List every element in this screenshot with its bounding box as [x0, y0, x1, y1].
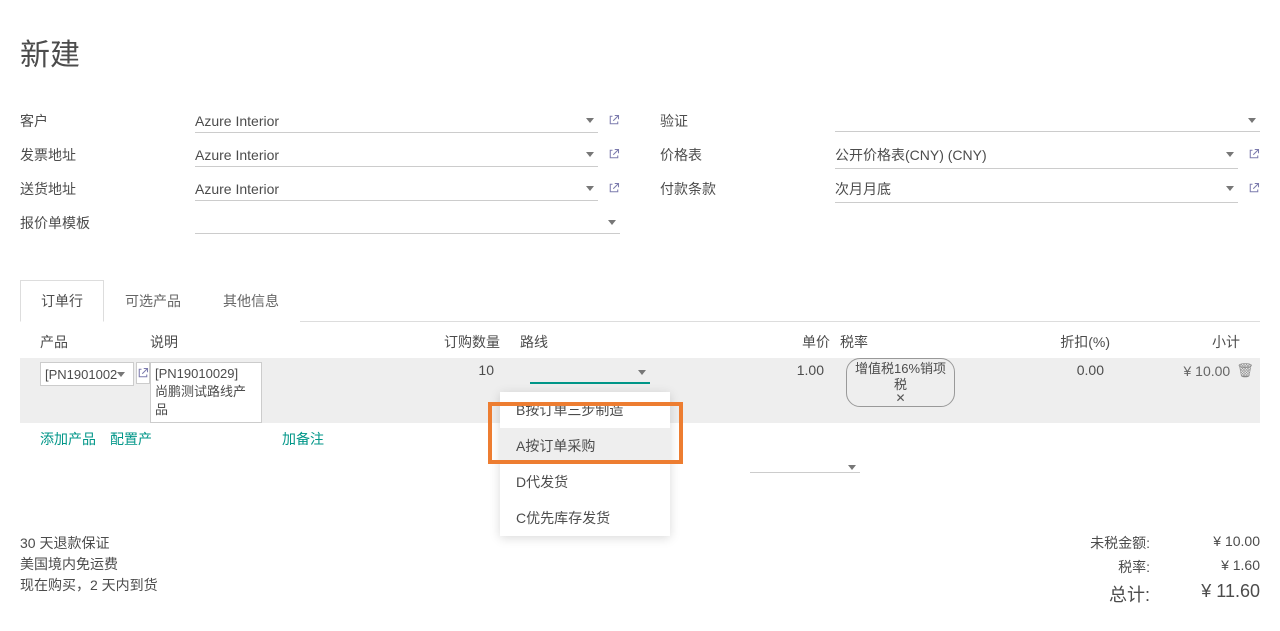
tabs: 订单行 可选产品 其他信息	[20, 280, 1260, 322]
chevron-down-icon	[1248, 118, 1256, 123]
chevron-down-icon	[586, 186, 594, 191]
input-pricelist[interactable]: 公开价格表(CNY) (CNY)	[835, 142, 1238, 169]
configure-link[interactable]: 配置产	[110, 429, 152, 449]
input-payment-terms[interactable]: 次月月底	[835, 176, 1238, 203]
label-pricelist: 价格表	[660, 145, 835, 165]
chevron-down-icon	[586, 152, 594, 157]
subtotal-value: ¥ 10.00	[1184, 363, 1231, 379]
label-quote-template: 报价单模板	[20, 213, 195, 233]
route-option-a[interactable]: A按订单采购	[500, 428, 670, 464]
untaxed-label: 未税金额:	[1090, 533, 1150, 553]
table-row: [PN1901002 [PN19010029] 尚鹏测试路线产品 10 B按订单…	[20, 358, 1260, 423]
label-invoice-address: 发票地址	[20, 145, 195, 165]
external-link-icon[interactable]	[1248, 182, 1260, 197]
discount-input[interactable]: 0.00	[990, 362, 1110, 378]
total-value: ¥ 11.60	[1180, 581, 1260, 607]
field-invoice-address: 发票地址 Azure Interior	[20, 138, 620, 172]
route-option-c[interactable]: C优先库存发货	[500, 500, 670, 536]
external-link-icon[interactable]	[608, 114, 620, 129]
close-icon[interactable]: ✕	[895, 391, 905, 405]
footer-totals: 未税金额: ¥ 10.00 税率: ¥ 1.60 总计: ¥ 11.60	[1090, 533, 1260, 611]
price-input[interactable]: 1.00	[710, 362, 830, 378]
th-route: 路线	[500, 332, 710, 352]
input-validate[interactable]	[835, 110, 1260, 132]
tax-label: 税率:	[1118, 557, 1150, 577]
tax-chip[interactable]: 增值税16%销项 税 ✕	[846, 358, 955, 407]
input-quote-template[interactable]	[195, 212, 620, 234]
route-select[interactable]	[530, 362, 650, 384]
input-delivery-address[interactable]: Azure Interior	[195, 178, 598, 201]
external-link-icon[interactable]	[136, 362, 150, 384]
external-link-icon[interactable]	[1248, 148, 1260, 163]
total-label: 总计:	[1109, 581, 1150, 607]
chevron-down-icon	[586, 118, 594, 123]
add-product-link[interactable]: 添加产品	[40, 429, 96, 449]
input-invoice-address[interactable]: Azure Interior	[195, 144, 598, 167]
form-col-left: 客户 Azure Interior 发票地址 Azure Interior	[20, 104, 620, 240]
route-option-b[interactable]: B按订单三步制造	[500, 392, 670, 428]
form-grid: 客户 Azure Interior 发票地址 Azure Interior	[20, 104, 1260, 240]
route-option-d[interactable]: D代发货	[500, 464, 670, 500]
th-subtotal: 小计	[1110, 332, 1260, 352]
tab-order-lines[interactable]: 订单行	[20, 280, 104, 322]
label-validate: 验证	[660, 111, 835, 131]
route-dropdown: B按订单三步制造 A按订单采购 D代发货 C优先库存发货	[500, 392, 670, 536]
label-payment-terms: 付款条款	[660, 179, 835, 199]
input-customer[interactable]: Azure Interior	[195, 110, 598, 133]
th-qty: 订购数量	[400, 332, 500, 352]
chevron-down-icon	[1226, 152, 1234, 157]
tab-optional-products[interactable]: 可选产品	[104, 280, 202, 322]
chevron-down-icon	[848, 465, 856, 470]
footer-notes: 30 天退款保证 美国境内免运费 现在购买，2 天内到货	[20, 533, 158, 611]
field-customer: 客户 Azure Interior	[20, 104, 620, 138]
field-delivery-address: 送货地址 Azure Interior	[20, 172, 620, 206]
chevron-down-icon	[638, 370, 646, 375]
product-select[interactable]: [PN1901002	[40, 362, 134, 386]
untaxed-value: ¥ 10.00	[1180, 533, 1260, 553]
form-col-right: 验证 价格表 公开价格表(CNY) (CNY) 付款条款	[660, 104, 1260, 240]
chevron-down-icon	[117, 372, 125, 377]
description-input[interactable]: [PN19010029] 尚鹏测试路线产品	[150, 362, 262, 423]
field-quote-template: 报价单模板	[20, 206, 620, 240]
footer: 30 天退款保证 美国境内免运费 现在购买，2 天内到货 未税金额: ¥ 10.…	[20, 533, 1260, 611]
label-customer: 客户	[20, 111, 195, 131]
th-product: 产品	[20, 332, 150, 352]
table-header: 产品 说明 订购数量 路线 单价 税率 折扣(%) 小计	[20, 322, 1260, 358]
th-price: 单价	[710, 332, 830, 352]
add-note-link[interactable]: 加备注	[282, 429, 324, 449]
field-validate: 验证	[660, 104, 1260, 138]
chevron-down-icon	[608, 220, 616, 225]
th-discount: 折扣(%)	[990, 332, 1110, 352]
qty-input[interactable]: 10	[400, 362, 500, 378]
field-pricelist: 价格表 公开价格表(CNY) (CNY)	[660, 138, 1260, 172]
tax-value: ¥ 1.60	[1180, 557, 1260, 577]
field-payment-terms: 付款条款 次月月底	[660, 172, 1260, 206]
label-delivery-address: 送货地址	[20, 179, 195, 199]
th-desc: 说明	[150, 332, 400, 352]
external-link-icon[interactable]	[608, 182, 620, 197]
trash-icon[interactable]: 🗑	[1236, 362, 1254, 379]
external-link-icon[interactable]	[608, 148, 620, 163]
tab-other-info[interactable]: 其他信息	[202, 280, 300, 322]
th-tax: 税率	[830, 332, 990, 352]
page-title: 新建	[20, 30, 1260, 74]
chevron-down-icon	[1226, 186, 1234, 191]
tax-select-extra[interactable]	[750, 455, 860, 473]
